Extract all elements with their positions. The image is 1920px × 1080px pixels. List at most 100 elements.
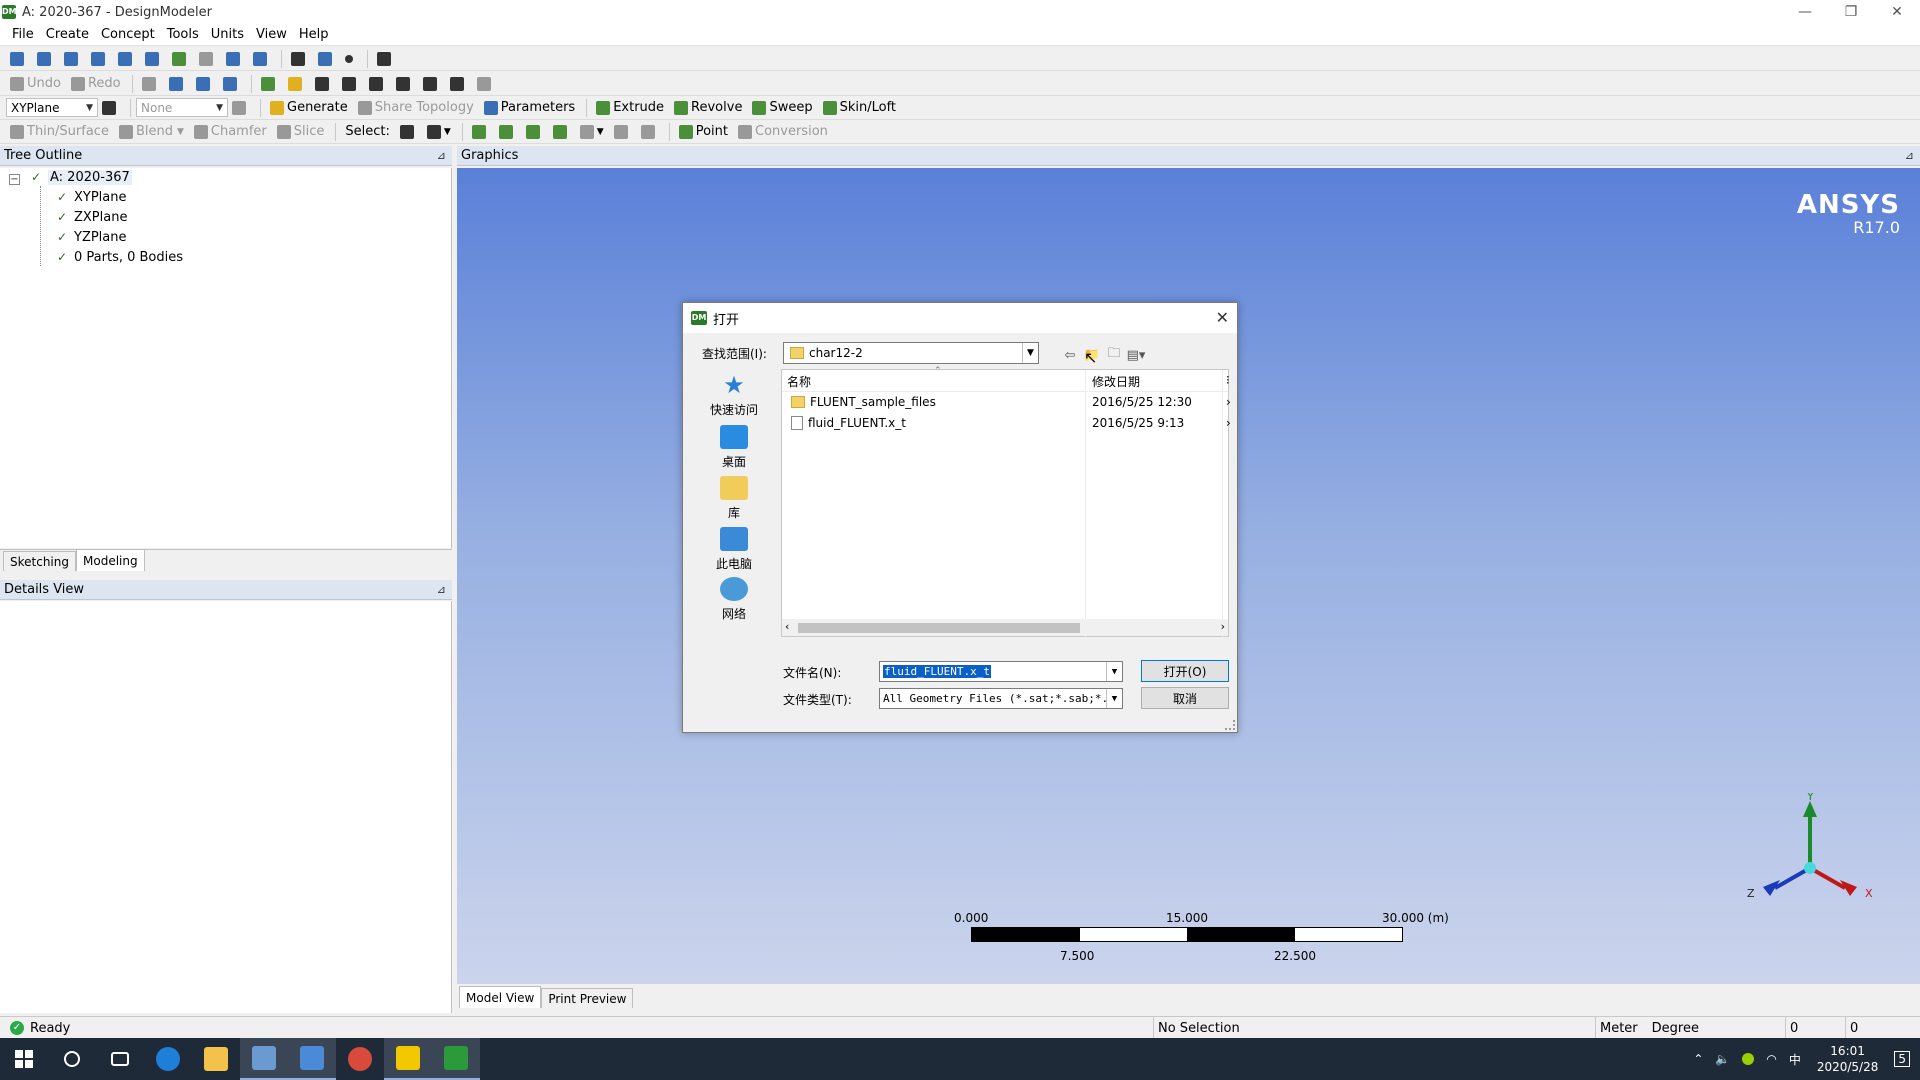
face-select-button[interactable] <box>257 74 282 94</box>
line-tool-4-button[interactable] <box>392 74 417 94</box>
scroll-left-icon[interactable]: ‹ <box>785 620 789 633</box>
column-name[interactable]: 名称 <box>787 373 811 390</box>
share-topology-button[interactable]: Share Topology <box>354 98 478 118</box>
shaded-button[interactable] <box>314 49 339 69</box>
select-edges-button[interactable] <box>495 122 520 142</box>
save-button[interactable] <box>165 74 190 94</box>
tab-model-view[interactable]: Model View <box>459 986 542 1008</box>
minimize-button[interactable]: — <box>1782 0 1828 24</box>
chamfer-button[interactable]: Chamfer <box>190 122 271 142</box>
sketch-selector[interactable]: None ▼ <box>136 98 228 117</box>
view-menu-icon[interactable]: ▤▾ <box>1125 348 1147 363</box>
taskbar-designmodeler[interactable] <box>432 1038 480 1080</box>
slice-button[interactable]: Slice <box>273 122 329 142</box>
expand-button[interactable] <box>610 122 635 142</box>
list-item[interactable]: fluid_FLUENT.x_t 2016/5/25 9:13 › <box>782 413 1231 433</box>
select-faces-button[interactable] <box>522 122 547 142</box>
place-this-pc[interactable]: 此电脑 <box>695 527 773 572</box>
new-button[interactable] <box>138 74 163 94</box>
volume-icon[interactable]: 🔈 <box>1715 1052 1730 1066</box>
taskbar-ansys[interactable] <box>384 1038 432 1080</box>
pin-icon[interactable]: ⊿ <box>1905 149 1914 162</box>
menu-units[interactable]: Units <box>205 27 250 42</box>
security-icon[interactable] <box>1742 1053 1755 1065</box>
rotate-button[interactable] <box>6 49 31 69</box>
list-item[interactable]: FLUENT_sample_files 2016/5/25 12:30 › <box>782 392 1231 412</box>
chevron-down-icon[interactable]: ▼ <box>1022 343 1038 363</box>
filetype-combo[interactable]: All Geometry Files (*.sat;*.sab;*.pmd ▼ <box>879 688 1123 709</box>
line-tool-1-button[interactable] <box>311 74 336 94</box>
thin-surface-button[interactable]: Thin/Surface <box>6 122 113 142</box>
menu-view[interactable]: View <box>250 27 293 42</box>
taskbar-app-1[interactable] <box>240 1038 288 1080</box>
taskbar-app-2[interactable] <box>288 1038 336 1080</box>
column-date[interactable]: 修改日期 <box>1092 373 1140 390</box>
pan-button[interactable] <box>33 49 58 69</box>
parameters-button[interactable]: Parameters <box>480 98 579 118</box>
tree-item-parts[interactable]: ✓ 0 Parts, 0 Bodies <box>54 248 183 266</box>
pen-button[interactable] <box>446 74 471 94</box>
point-display-button[interactable] <box>341 49 360 69</box>
tree-item-xyplane[interactable]: ✓ XYPlane <box>54 188 127 206</box>
look-at-button[interactable] <box>373 49 398 69</box>
search-button[interactable] <box>48 1038 96 1080</box>
resize-grip-icon[interactable] <box>1225 720 1235 730</box>
clock[interactable]: 16:01 2020/5/28 <box>1817 1043 1879 1075</box>
sweep-button[interactable]: Sweep <box>748 98 816 118</box>
file-list[interactable]: 名称 ⌃ 修改日期 ⁝ FLUENT_sample_files 2016/5/2… <box>781 366 1231 638</box>
shrink-button[interactable] <box>637 122 662 142</box>
conversion-button[interactable]: Conversion <box>734 122 832 142</box>
extend-selection-button[interactable]: ▼ <box>576 122 608 142</box>
previous-view-button[interactable] <box>195 49 220 69</box>
line-tool-5-button[interactable] <box>419 74 444 94</box>
pin-icon[interactable]: ⊿ <box>437 149 446 162</box>
redo-button[interactable]: Redo <box>67 74 125 94</box>
look-in-combo[interactable]: char12-2 ▼ <box>783 342 1039 364</box>
tab-print-preview[interactable]: Print Preview <box>541 988 634 1008</box>
display-button[interactable] <box>249 49 274 69</box>
ime-indicator[interactable]: 中 <box>1789 1051 1801 1068</box>
place-quick-access[interactable]: ★ 快速访问 <box>695 373 773 418</box>
skin-loft-button[interactable]: Skin/Loft <box>819 98 900 118</box>
screenshot-button[interactable] <box>219 74 244 94</box>
triad-button[interactable] <box>287 49 312 69</box>
start-button[interactable] <box>0 1038 48 1080</box>
measure-button[interactable] <box>473 74 498 94</box>
notification-icon[interactable]: 5 <box>1894 1051 1910 1067</box>
place-desktop[interactable]: 桌面 <box>695 425 773 470</box>
blend-button[interactable]: Blend ▼ <box>115 122 188 142</box>
cancel-button[interactable]: 取消 <box>1141 687 1229 709</box>
restore-button[interactable]: ❐ <box>1828 0 1874 24</box>
zoom-button[interactable] <box>60 49 85 69</box>
menu-concept[interactable]: Concept <box>95 27 161 42</box>
menu-help[interactable]: Help <box>293 27 335 42</box>
place-library[interactable]: 库 <box>695 476 773 521</box>
tree-item-yzplane[interactable]: ✓ YZPlane <box>54 228 127 246</box>
zoom-out-button[interactable] <box>168 49 193 69</box>
generate-button[interactable]: Generate <box>266 98 352 118</box>
tree-item-zxplane[interactable]: ✓ ZXPlane <box>54 208 128 226</box>
save-as-button[interactable] <box>192 74 217 94</box>
tree-root[interactable]: ✓ A: 2020-367 <box>28 168 132 186</box>
back-icon[interactable]: ⇦ <box>1059 348 1081 363</box>
select-bodies-button[interactable] <box>549 122 574 142</box>
filename-input[interactable]: fluid_FLUENT.x_t ▼ <box>879 661 1123 682</box>
box-zoom-button[interactable] <box>114 49 139 69</box>
fit-button[interactable] <box>222 49 247 69</box>
menu-create[interactable]: Create <box>40 27 95 42</box>
new-folder-icon[interactable]: 🗀 <box>1103 344 1125 366</box>
taskbar-chrome[interactable] <box>336 1038 384 1080</box>
chevron-up-icon[interactable]: ⌃ <box>1693 1052 1703 1066</box>
line-tool-2-button[interactable] <box>338 74 363 94</box>
menu-tools[interactable]: Tools <box>161 27 205 42</box>
close-window-button[interactable]: ✕ <box>1874 0 1920 24</box>
zoom-in-button[interactable] <box>87 49 112 69</box>
horizontal-scrollbar[interactable]: ‹ › <box>782 619 1228 636</box>
scroll-right-icon[interactable]: › <box>1221 620 1225 633</box>
revolve-button[interactable]: Revolve <box>670 98 746 118</box>
open-button[interactable]: 打开(O) <box>1141 660 1229 682</box>
new-plane-button[interactable] <box>98 98 123 118</box>
taskbar-edge[interactable] <box>144 1038 192 1080</box>
collapse-icon[interactable]: − <box>9 174 20 185</box>
scroll-thumb[interactable] <box>798 623 1080 633</box>
